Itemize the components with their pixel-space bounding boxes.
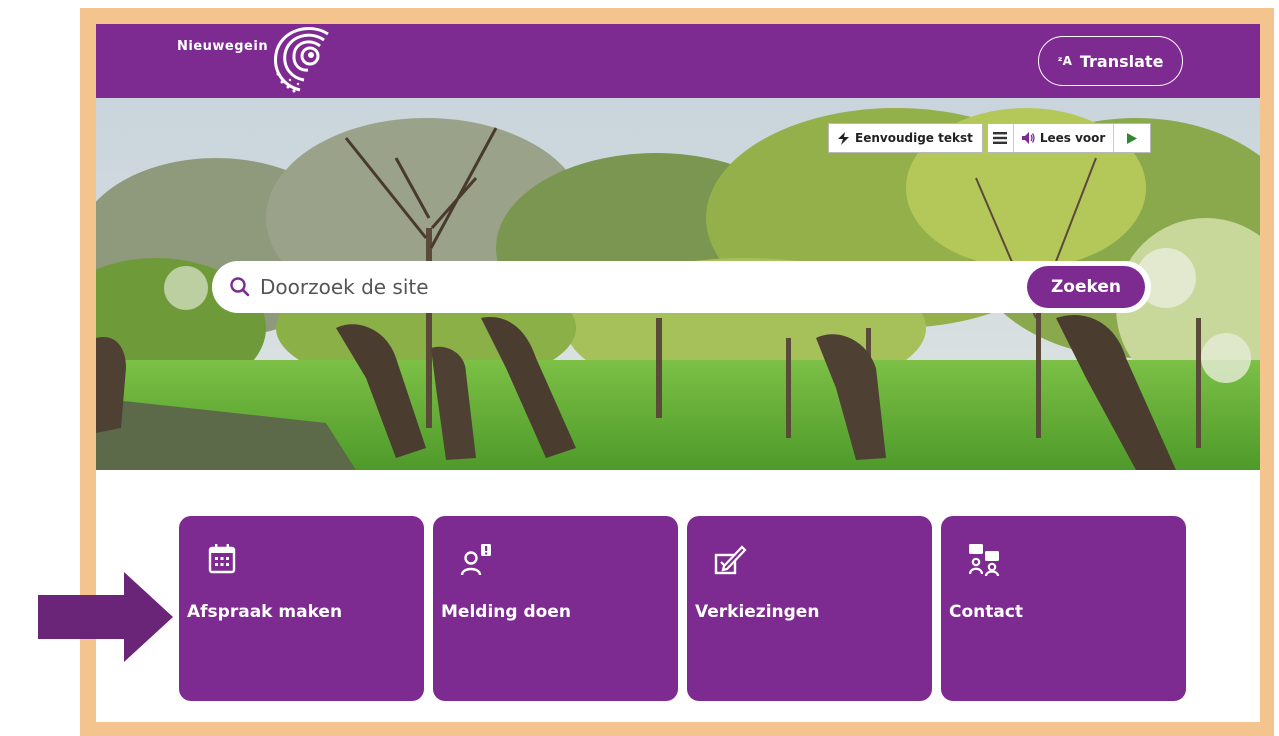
read-aloud-button[interactable]: Lees voor bbox=[1014, 124, 1115, 152]
contact-chat-icon bbox=[968, 544, 1000, 576]
translate-icon: ᶻA bbox=[1057, 54, 1072, 68]
search-icon bbox=[230, 277, 250, 297]
ballot-pen-icon bbox=[714, 545, 747, 575]
tile-verkiezingen[interactable]: Verkiezingen bbox=[687, 516, 932, 701]
lightning-icon bbox=[838, 131, 849, 145]
simple-text-button[interactable]: Eenvoudige tekst bbox=[828, 123, 983, 153]
screenshot-stage: Nieuwegein ᶻA Translate Eenvoudige tekst… bbox=[0, 0, 1279, 736]
tile-label: Melding doen bbox=[441, 602, 571, 622]
tile-label: Verkiezingen bbox=[695, 602, 820, 622]
simple-text-label: Eenvoudige tekst bbox=[855, 131, 973, 145]
pointer-arrow-icon bbox=[38, 572, 173, 662]
hamburger-menu-icon bbox=[993, 132, 1008, 144]
calendar-icon bbox=[208, 544, 236, 574]
logo-swirl-icon[interactable] bbox=[270, 24, 336, 96]
logo-text[interactable]: Nieuwegein bbox=[177, 39, 268, 54]
readspeaker-menu-button[interactable] bbox=[988, 124, 1014, 152]
search-input[interactable] bbox=[260, 269, 1020, 305]
quick-links: Afspraak maken Melding doen Verkiezingen… bbox=[179, 516, 1186, 701]
tile-label: Contact bbox=[949, 602, 1024, 622]
webpage: Nieuwegein ᶻA Translate Eenvoudige tekst… bbox=[96, 24, 1260, 722]
read-aloud-group: Lees voor bbox=[986, 123, 1152, 153]
search-button[interactable]: Zoeken bbox=[1027, 266, 1145, 308]
readspeaker-toolbar: Eenvoudige tekst Lees voor bbox=[828, 123, 1152, 153]
speaker-icon bbox=[1021, 132, 1035, 144]
read-aloud-label: Lees voor bbox=[1039, 131, 1106, 145]
tile-label: Afspraak maken bbox=[187, 602, 343, 622]
play-button[interactable] bbox=[1114, 124, 1150, 152]
tile-afspraak-maken[interactable]: Afspraak maken bbox=[179, 516, 424, 701]
person-alert-icon bbox=[460, 544, 491, 576]
play-icon bbox=[1127, 132, 1138, 144]
translate-button[interactable]: ᶻA Translate bbox=[1038, 36, 1183, 86]
site-header: Nieuwegein ᶻA Translate bbox=[96, 24, 1260, 98]
tile-contact[interactable]: Contact bbox=[941, 516, 1186, 701]
search-bar: Zoeken bbox=[212, 261, 1151, 313]
tile-melding-doen[interactable]: Melding doen bbox=[433, 516, 678, 701]
translate-label: Translate bbox=[1079, 51, 1164, 71]
